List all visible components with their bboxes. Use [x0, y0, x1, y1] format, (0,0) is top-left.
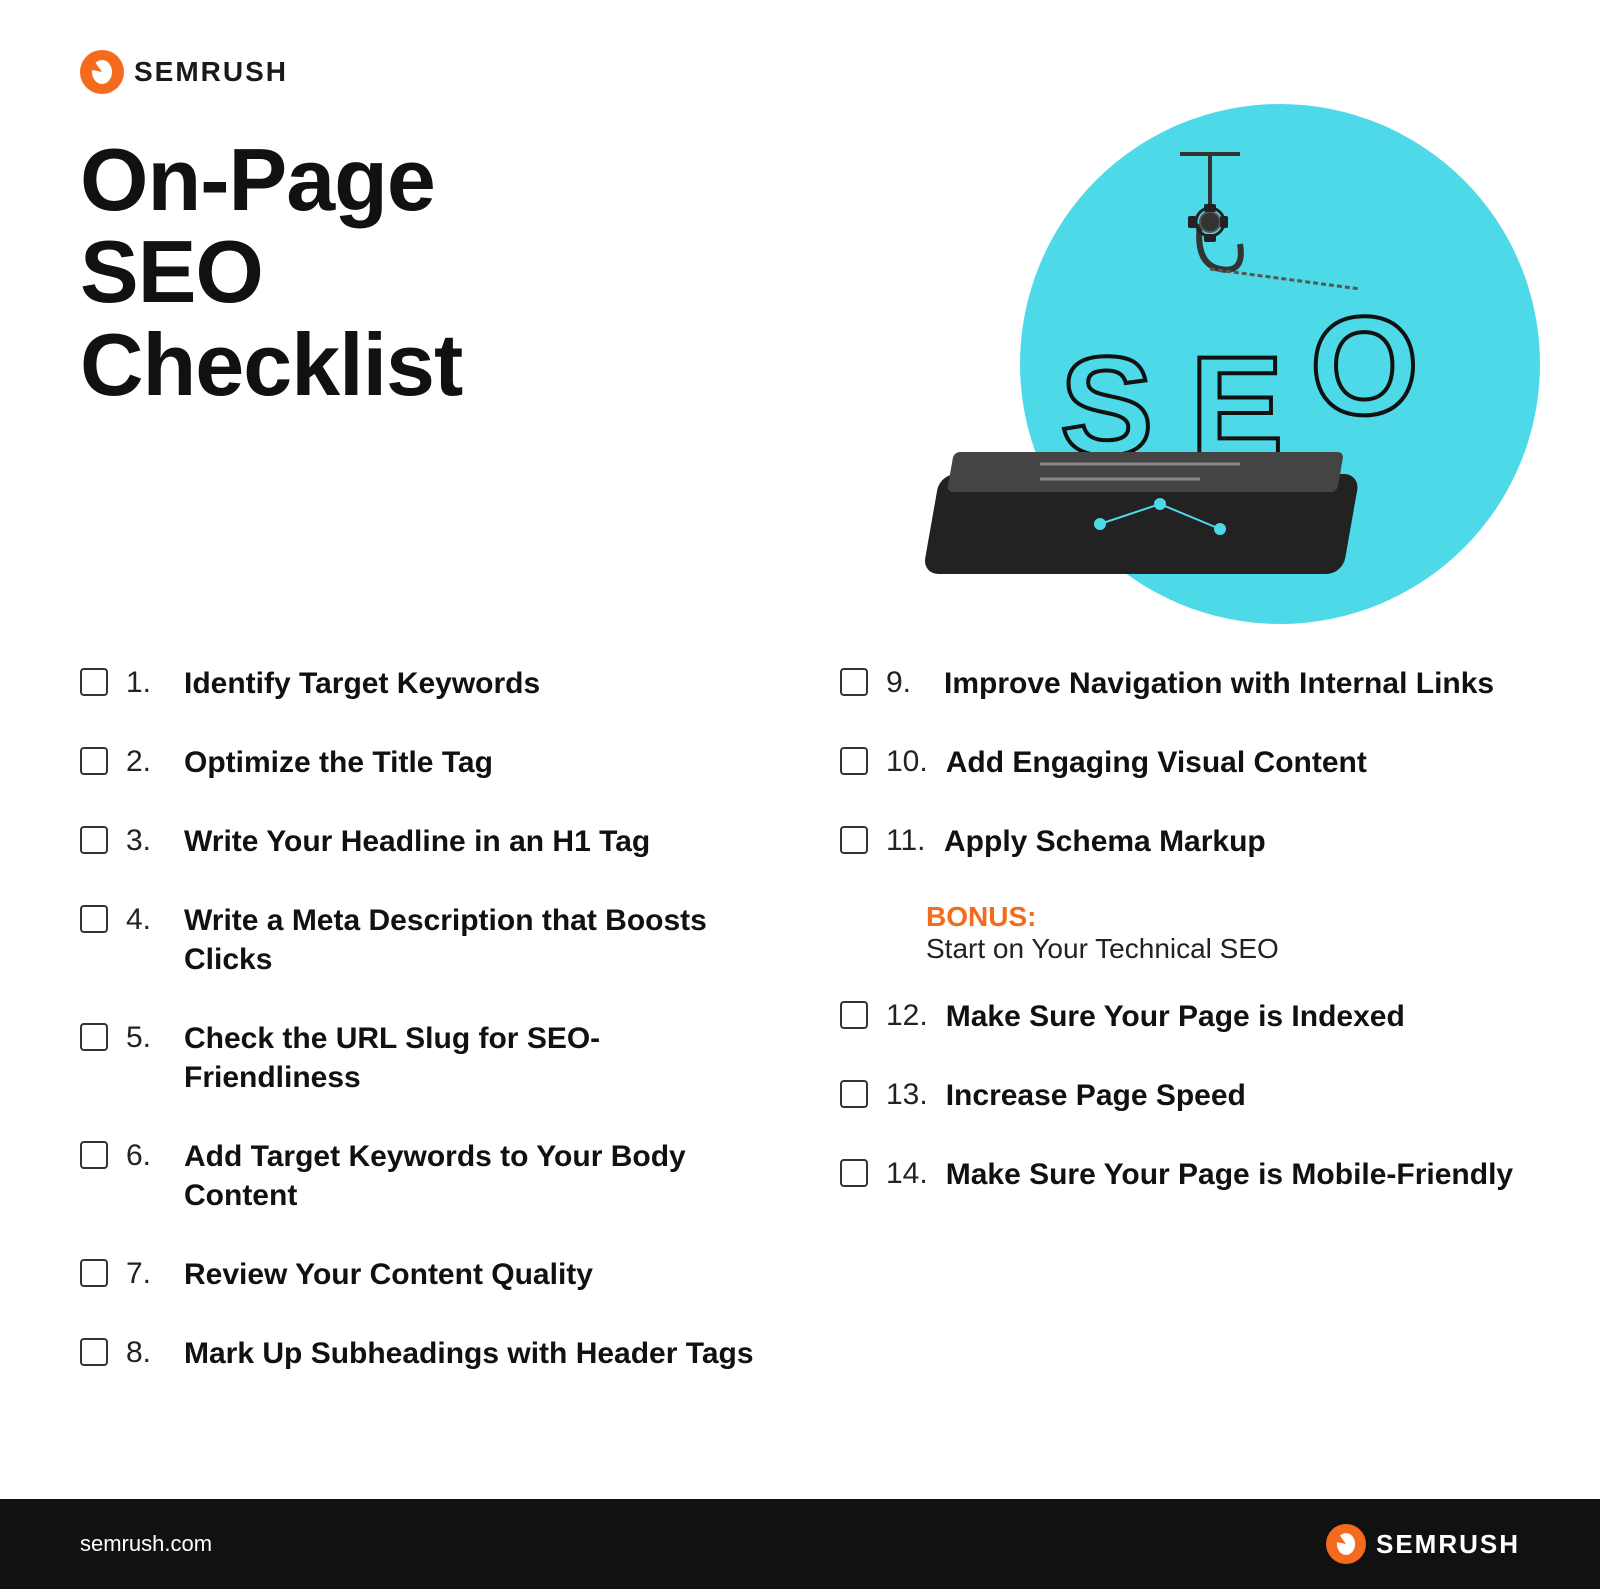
item-number-3: 3. [126, 824, 166, 858]
item-number-5: 5. [126, 1021, 166, 1055]
item-number-11: 11. [886, 824, 926, 858]
item-text-11: Apply Schema Markup [944, 822, 1266, 861]
list-item: 13. Increase Page Speed [840, 1076, 1520, 1115]
item-text-7: Review Your Content Quality [184, 1255, 593, 1294]
logo-area: SEMRUSH [80, 50, 1520, 94]
checkbox-14[interactable] [840, 1159, 868, 1187]
item-number-1: 1. [126, 666, 166, 700]
footer-logo-text: SEMRUSH [1376, 1529, 1520, 1560]
list-item: 11. Apply Schema Markup [840, 822, 1520, 861]
checklist-left-column: 1. Identify Target Keywords 2. Optimize … [80, 664, 760, 1459]
item-text-5: Check the URL Slug for SEO-Friendliness [184, 1019, 760, 1097]
footer: semrush.com SEMRUSH [0, 1499, 1600, 1589]
page-title: On-Page SEO Checklist [80, 134, 600, 411]
checkbox-5[interactable] [80, 1023, 108, 1051]
bonus-block: BONUS: Start on Your Technical SEO [926, 901, 1520, 965]
item-text-1: Identify Target Keywords [184, 664, 540, 703]
logo-text: SEMRUSH [134, 56, 288, 88]
checkbox-1[interactable] [80, 668, 108, 696]
footer-url: semrush.com [80, 1531, 212, 1557]
item-text-12: Make Sure Your Page is Indexed [946, 997, 1405, 1036]
checkbox-3[interactable] [80, 826, 108, 854]
item-number-8: 8. [126, 1336, 166, 1370]
seo-illustration-svg: S E O [900, 134, 1520, 614]
title-block: On-Page SEO Checklist [80, 134, 600, 411]
list-item: 3. Write Your Headline in an H1 Tag [80, 822, 760, 861]
list-item: 4. Write a Meta Description that Boosts … [80, 901, 760, 979]
footer-logo-icon [1326, 1524, 1366, 1564]
item-text-3: Write Your Headline in an H1 Tag [184, 822, 650, 861]
footer-logo: SEMRUSH [1326, 1524, 1520, 1564]
list-item: 7. Review Your Content Quality [80, 1255, 760, 1294]
item-number-7: 7. [126, 1257, 166, 1291]
item-number-2: 2. [126, 745, 166, 779]
item-text-9: Improve Navigation with Internal Links [944, 664, 1494, 703]
list-item: 14. Make Sure Your Page is Mobile-Friend… [840, 1155, 1520, 1194]
checkbox-6[interactable] [80, 1141, 108, 1169]
item-text-6: Add Target Keywords to Your Body Content [184, 1137, 760, 1215]
checklist-area: 1. Identify Target Keywords 2. Optimize … [80, 664, 1520, 1459]
list-item: 10. Add Engaging Visual Content [840, 743, 1520, 782]
checkbox-8[interactable] [80, 1338, 108, 1366]
item-text-8: Mark Up Subheadings with Header Tags [184, 1334, 754, 1373]
item-number-12: 12. [886, 999, 928, 1033]
top-section: On-Page SEO Checklist S E O [80, 134, 1520, 614]
list-item: 12. Make Sure Your Page is Indexed [840, 997, 1520, 1036]
item-number-9: 9. [886, 666, 926, 700]
item-text-2: Optimize the Title Tag [184, 743, 493, 782]
item-text-4: Write a Meta Description that Boosts Cli… [184, 901, 760, 979]
item-number-14: 14. [886, 1157, 928, 1191]
item-number-6: 6. [126, 1139, 166, 1173]
item-number-10: 10. [886, 745, 928, 779]
bonus-label: BONUS: [926, 901, 1520, 933]
checkbox-11[interactable] [840, 826, 868, 854]
item-number-13: 13. [886, 1078, 928, 1112]
main-content: SEMRUSH On-Page SEO Checklist S E [0, 0, 1600, 1499]
list-item: 6. Add Target Keywords to Your Body Cont… [80, 1137, 760, 1215]
checkbox-9[interactable] [840, 668, 868, 696]
semrush-logo-icon [80, 50, 124, 94]
seo-illustration: S E O [900, 134, 1520, 614]
checkbox-13[interactable] [840, 1080, 868, 1108]
list-item: 9. Improve Navigation with Internal Link… [840, 664, 1520, 703]
checklist-right-column: 9. Improve Navigation with Internal Link… [840, 664, 1520, 1459]
item-number-4: 4. [126, 903, 166, 937]
checkbox-4[interactable] [80, 905, 108, 933]
list-item: 2. Optimize the Title Tag [80, 743, 760, 782]
svg-text:O: O [1310, 287, 1419, 444]
checkbox-12[interactable] [840, 1001, 868, 1029]
list-item: 8. Mark Up Subheadings with Header Tags [80, 1334, 760, 1373]
bonus-subtext: Start on Your Technical SEO [926, 933, 1520, 965]
item-text-10: Add Engaging Visual Content [946, 743, 1367, 782]
checkbox-7[interactable] [80, 1259, 108, 1287]
list-item: 1. Identify Target Keywords [80, 664, 760, 703]
item-text-14: Make Sure Your Page is Mobile-Friendly [946, 1155, 1513, 1194]
list-item: 5. Check the URL Slug for SEO-Friendline… [80, 1019, 760, 1097]
item-text-13: Increase Page Speed [946, 1076, 1246, 1115]
checkbox-10[interactable] [840, 747, 868, 775]
checkbox-2[interactable] [80, 747, 108, 775]
